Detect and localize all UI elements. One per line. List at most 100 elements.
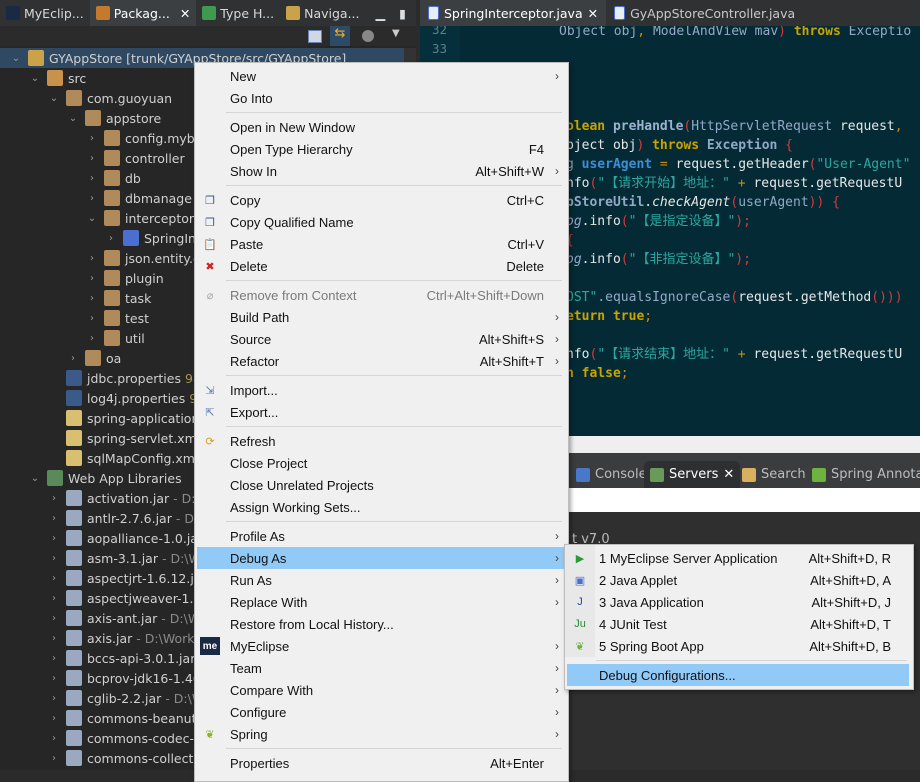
debug-submenu-item-1-myeclipse-server-application[interactable]: ▶ 1 MyEclipse Server Application Alt+Shift… [567, 547, 909, 569]
collapsed-chevron-icon[interactable]: › [48, 693, 60, 704]
menu-item-profile-as[interactable]: Profile As › [197, 525, 564, 547]
tree-item[interactable]: › db [86, 168, 141, 188]
collapsed-chevron-icon[interactable]: › [48, 553, 60, 564]
tree-item[interactable]: › axis.jar - D:\WorkS [48, 628, 202, 648]
collapsed-chevron-icon[interactable]: › [48, 533, 60, 544]
menu-item-open-type-hierarchy[interactable]: Open Type Hierarchy F4 [197, 138, 564, 160]
collapsed-chevron-icon[interactable]: › [48, 573, 60, 584]
tree-item[interactable]: › config.myba [86, 128, 202, 148]
menu-item-close-project[interactable]: Close Project [197, 452, 564, 474]
menu-item-refactor[interactable]: Refactor Alt+Shift+T › [197, 350, 564, 372]
expanded-chevron-icon[interactable]: ⌄ [67, 113, 79, 124]
menu-item-team[interactable]: Team › [197, 657, 564, 679]
menu-item-new[interactable]: New › [197, 65, 564, 87]
collapsed-chevron-icon[interactable]: › [48, 593, 60, 604]
tree-item[interactable]: log4j.properties98 [48, 388, 205, 408]
tree-item[interactable]: › commons-codec-1 [48, 728, 202, 748]
minimize-view-icon[interactable]: ▁ [366, 6, 396, 21]
tree-item[interactable]: › cglib-2.2.jar - D:\W [48, 688, 204, 708]
collapsed-chevron-icon[interactable]: › [86, 173, 98, 184]
debug-submenu-item-2-java-applet[interactable]: ▣ 2 Java Applet Alt+Shift+D, A [567, 569, 909, 591]
tree-item[interactable]: ⌄ Web App Libraries [29, 468, 182, 488]
menu-item-close-unrelated-projects[interactable]: Close Unrelated Projects [197, 474, 564, 496]
menu-item-delete[interactable]: ✖ Delete Delete [197, 255, 564, 277]
menu-item-refresh[interactable]: ⟳ Refresh [197, 430, 564, 452]
tree-item[interactable]: › axis-ant.jar - D:\W [48, 608, 200, 628]
menu-item-debug-as[interactable]: Debug As › [197, 547, 564, 569]
menu-item-myeclipse[interactable]: me MyEclipse › [197, 635, 564, 657]
bottom-tab-search[interactable]: Search [736, 461, 812, 488]
tree-item[interactable]: › plugin [86, 268, 164, 288]
tree-item[interactable]: jdbc.properties 98 [48, 368, 201, 388]
close-tab-icon[interactable]: ✕ [723, 467, 734, 482]
menu-item-assign-working-sets[interactable]: Assign Working Sets... [197, 496, 564, 518]
menu-item-paste[interactable]: 📋 Paste Ctrl+V [197, 233, 564, 255]
editor-tab[interactable]: GyAppStoreController.java [606, 0, 803, 26]
menu-item-open-in-new-window[interactable]: Open in New Window [197, 116, 564, 138]
collapsed-chevron-icon[interactable]: › [48, 653, 60, 664]
tree-item[interactable]: › aopalliance-1.0.jar [48, 528, 203, 548]
bottom-tab-console[interactable]: Console [570, 461, 653, 488]
maximize-view-icon[interactable]: ▮ [395, 6, 418, 21]
left-tab-myeclip[interactable]: MyEclip... [0, 0, 90, 26]
close-tab-icon[interactable]: ✕ [180, 6, 190, 21]
menu-item-copy[interactable]: ❐ Copy Ctrl+C [197, 189, 564, 211]
tree-item[interactable]: › SpringIn [105, 228, 196, 248]
collapsed-chevron-icon[interactable]: › [105, 233, 117, 244]
menu-item-properties[interactable]: Properties Alt+Enter [197, 752, 564, 774]
menu-item-import[interactable]: ⇲ Import... [197, 379, 564, 401]
collapsed-chevron-icon[interactable]: › [86, 133, 98, 144]
menu-item-restore-from-local-history[interactable]: Restore from Local History... [197, 613, 564, 635]
menu-item-copy-qualified-name[interactable]: ❐ Copy Qualified Name [197, 211, 564, 233]
bottom-tab-servers[interactable]: Servers ✕ [644, 461, 741, 488]
tree-item[interactable]: › controller [86, 148, 185, 168]
menu-item-configure[interactable]: Configure › [197, 701, 564, 723]
menu-item-show-in[interactable]: Show In Alt+Shift+W › [197, 160, 564, 182]
tree-item[interactable]: › task [86, 288, 151, 308]
tree-item[interactable]: › oa [67, 348, 121, 368]
collapsed-chevron-icon[interactable]: › [86, 153, 98, 164]
tree-item[interactable]: spring-application [48, 408, 199, 428]
tree-item[interactable]: › aspectjrt-1.6.12.jar [48, 568, 207, 588]
left-tab-naviga[interactable]: Naviga... [280, 0, 365, 26]
tree-item[interactable]: ⌄ com.guoyuan [48, 88, 172, 108]
menu-item-source[interactable]: Source Alt+Shift+S › [197, 328, 564, 350]
view-menu-filters-icon[interactable] [362, 30, 374, 42]
tree-item[interactable]: › asm-3.1.jar - D:\W [48, 548, 201, 568]
tree-item[interactable]: › util [86, 328, 145, 348]
menu-item-export[interactable]: ⇱ Export... [197, 401, 564, 423]
debug-submenu-item-4-junit-test[interactable]: Ju 4 JUnit Test Alt+Shift+D, T [567, 613, 909, 635]
tree-item[interactable]: ⌄ interceptor [86, 208, 194, 228]
collapsed-chevron-icon[interactable]: › [48, 633, 60, 644]
tree-item[interactable]: › dbmanage [86, 188, 192, 208]
tree-item[interactable]: sqlMapConfig.xml [48, 448, 198, 468]
collapsed-chevron-icon[interactable]: › [86, 293, 98, 304]
collapsed-chevron-icon[interactable]: › [48, 493, 60, 504]
view-menu-chevron-icon[interactable]: ▼ [392, 28, 400, 39]
tree-item[interactable]: › test [86, 308, 149, 328]
tree-item[interactable]: › json.entity.d [86, 248, 201, 268]
collapsed-chevron-icon[interactable]: › [48, 613, 60, 624]
collapsed-chevron-icon[interactable]: › [48, 713, 60, 724]
tree-item[interactable]: › aspectjweaver-1.6. [48, 588, 205, 608]
collapsed-chevron-icon[interactable]: › [86, 253, 98, 264]
debug-submenu-item-debug-configurations[interactable]: Debug Configurations... [567, 664, 909, 686]
left-tab-typeh[interactable]: Type H... [196, 0, 280, 26]
debug-submenu-item-5-spring-boot-app[interactable]: ❦ 5 Spring Boot App Alt+Shift+D, B [567, 635, 909, 657]
close-tab-icon[interactable]: ✕ [588, 6, 598, 21]
collapsed-chevron-icon[interactable]: › [86, 193, 98, 204]
collapsed-chevron-icon[interactable]: › [48, 733, 60, 744]
collapsed-chevron-icon[interactable]: › [86, 273, 98, 284]
tree-item[interactable]: ›bccs-api-3.0.1.jar- [48, 648, 204, 668]
collapsed-chevron-icon[interactable]: › [86, 313, 98, 324]
collapsed-chevron-icon[interactable]: › [48, 673, 60, 684]
tree-item[interactable]: ⌄ appstore [67, 108, 161, 128]
menu-item-build-path[interactable]: Build Path › [197, 306, 564, 328]
expanded-chevron-icon[interactable]: ⌄ [10, 53, 22, 64]
left-tab-packag[interactable]: Packag... ✕ [89, 0, 197, 26]
tree-item[interactable]: ⌄ src [29, 68, 86, 88]
collapsed-chevron-icon[interactable]: › [48, 753, 60, 764]
bottom-tab-spring[interactable]: Spring Annotatio [806, 461, 920, 488]
tree-item[interactable]: › commons-collectio [48, 748, 205, 768]
expanded-chevron-icon[interactable]: ⌄ [29, 473, 41, 484]
